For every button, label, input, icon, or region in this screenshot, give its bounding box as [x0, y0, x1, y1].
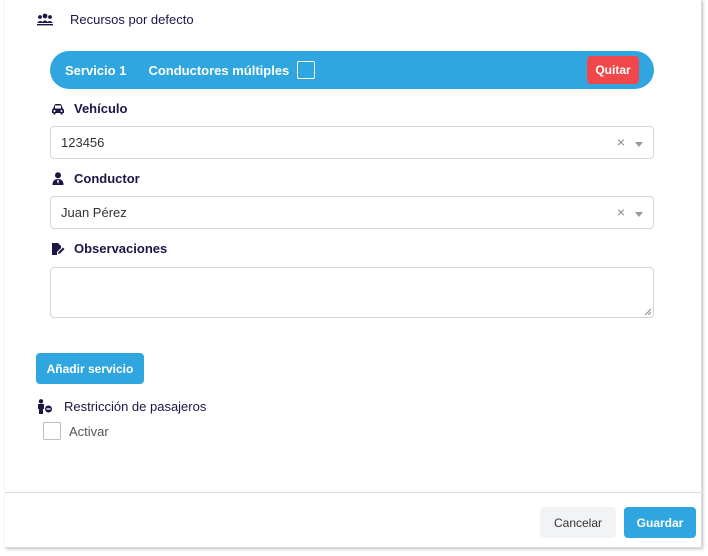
page-title: Recursos por defecto	[70, 11, 194, 27]
activate-label: Activar	[69, 423, 109, 439]
edit-file-icon	[50, 242, 66, 256]
person-tie-icon	[50, 172, 66, 186]
service-title: Servicio 1	[65, 62, 127, 78]
default-resources-header: Recursos por defecto	[36, 11, 194, 27]
vehicle-select[interactable]: 123456 ×	[50, 126, 654, 159]
add-service-button[interactable]: Añadir servicio	[36, 353, 144, 384]
observations-label: Observaciones	[74, 241, 168, 256]
passenger-restriction-label: Restricción de pasajeros	[64, 398, 207, 414]
person-restrict-icon	[36, 398, 54, 414]
multiple-drivers-label: Conductores múltiples	[148, 62, 290, 78]
vehicle-value: 123456	[61, 135, 105, 150]
observations-textarea[interactable]	[50, 267, 654, 318]
save-button[interactable]: Guardar	[624, 507, 696, 538]
footer-divider	[5, 492, 702, 493]
observations-label-row: Observaciones	[50, 241, 167, 256]
cancel-button[interactable]: Cancelar	[540, 507, 616, 538]
driver-clear-icon[interactable]: ×	[617, 204, 625, 220]
service-bar: Servicio 1 Conductores múltiples Quitar	[50, 51, 654, 89]
passenger-restriction-row: Restricción de pasajeros	[36, 398, 206, 414]
driver-chevron-down-icon[interactable]	[635, 212, 643, 217]
driver-label: Conductor	[74, 171, 140, 186]
resources-dialog: Recursos por defecto Servicio 1 Conducto…	[5, 0, 702, 548]
users-group-icon	[36, 11, 54, 27]
activate-checkbox[interactable]	[43, 422, 61, 440]
vehicle-label-row: Vehículo	[50, 101, 127, 116]
driver-select[interactable]: Juan Pérez ×	[50, 196, 654, 229]
vehicle-chevron-down-icon[interactable]	[635, 142, 643, 147]
activate-restriction-row[interactable]: Activar	[43, 422, 109, 440]
remove-service-button[interactable]: Quitar	[587, 56, 639, 84]
vehicle-clear-icon[interactable]: ×	[617, 134, 625, 150]
car-icon	[50, 102, 66, 116]
resize-grip-icon[interactable]	[644, 308, 651, 315]
vehicle-label: Vehículo	[74, 101, 128, 116]
driver-label-row: Conductor	[50, 171, 140, 186]
multiple-drivers-checkbox[interactable]	[297, 61, 316, 79]
driver-value: Juan Pérez	[61, 205, 127, 220]
